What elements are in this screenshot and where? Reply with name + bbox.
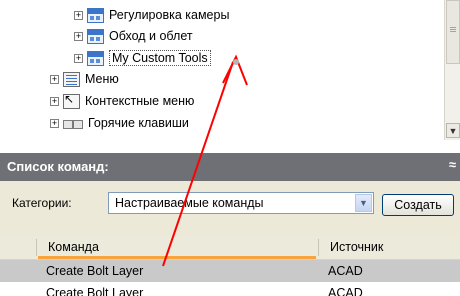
table-row[interactable]: Create Bolt Layer ACAD bbox=[0, 260, 460, 282]
expand-icon[interactable]: + bbox=[74, 53, 83, 63]
tree-item-camera-adjust[interactable]: + Регулировка камеры bbox=[74, 6, 229, 24]
section-title: Список команд: bbox=[7, 159, 109, 174]
column-header-source[interactable]: Источник bbox=[330, 240, 383, 254]
scroll-down-icon[interactable]: ▼ bbox=[446, 123, 460, 138]
tree-item-label: Горячие клавиши bbox=[88, 116, 189, 130]
expand-icon[interactable]: + bbox=[50, 118, 59, 128]
toolbar-icon bbox=[87, 7, 104, 23]
create-button[interactable]: Создать bbox=[382, 194, 454, 216]
tree-item-label: My Custom Tools bbox=[109, 50, 211, 66]
categories-selected-value: Настраиваемые команды bbox=[115, 196, 264, 210]
toolbar-icon bbox=[87, 28, 104, 44]
tree-item-context-menus[interactable]: + Контекстные меню bbox=[50, 92, 194, 110]
tree-item-label: Меню bbox=[85, 72, 119, 86]
context-menu-icon bbox=[63, 92, 80, 109]
table-row[interactable]: Create Bolt Layer ACAD bbox=[0, 282, 460, 296]
source-cell: ACAD bbox=[328, 286, 363, 296]
expand-icon[interactable]: + bbox=[74, 31, 83, 41]
customization-tree[interactable]: + Регулировка камеры + Обход и облет + M… bbox=[0, 0, 444, 140]
tree-item-label: Обход и облет bbox=[109, 29, 193, 43]
categories-label: Категории: bbox=[12, 196, 72, 210]
command-cell: Create Bolt Layer bbox=[46, 264, 144, 278]
command-list-header[interactable]: Список команд: ≈ bbox=[0, 153, 460, 181]
list-header: Команда Источник bbox=[0, 236, 460, 260]
toolbar-icon bbox=[87, 50, 104, 66]
tree-item-label: Регулировка камеры bbox=[109, 8, 230, 22]
expand-icon[interactable]: + bbox=[50, 74, 59, 84]
tree-scrollbar[interactable]: ▼ bbox=[444, 0, 460, 140]
source-cell: ACAD bbox=[328, 264, 363, 278]
column-divider[interactable] bbox=[318, 239, 319, 256]
tree-item-shortcut-keys[interactable]: + Горячие клавиши bbox=[50, 114, 189, 132]
shortcut-keys-icon bbox=[63, 116, 83, 131]
expand-icon[interactable]: + bbox=[74, 10, 83, 20]
chevron-down-icon[interactable]: ▼ bbox=[355, 194, 372, 212]
column-header-command[interactable]: Команда bbox=[48, 240, 99, 254]
collapse-icon[interactable]: ≈ bbox=[449, 158, 456, 171]
column-divider[interactable] bbox=[36, 239, 37, 256]
categories-row: Категории: Настраиваемые команды ▼ Созда… bbox=[0, 181, 460, 236]
menu-icon bbox=[63, 71, 80, 87]
sort-indicator bbox=[38, 256, 316, 259]
tree-item-menus[interactable]: + Меню bbox=[50, 70, 119, 88]
categories-dropdown[interactable]: Настраиваемые команды ▼ bbox=[108, 192, 374, 214]
scrollbar-thumb[interactable] bbox=[446, 0, 460, 64]
expand-icon[interactable]: + bbox=[50, 96, 59, 106]
tree-item-label: Контекстные меню bbox=[85, 94, 195, 108]
tree-item-my-custom-tools[interactable]: + My Custom Tools bbox=[74, 49, 211, 67]
command-cell: Create Bolt Layer bbox=[46, 286, 144, 296]
tree-item-walk-fly[interactable]: + Обход и облет bbox=[74, 27, 193, 45]
